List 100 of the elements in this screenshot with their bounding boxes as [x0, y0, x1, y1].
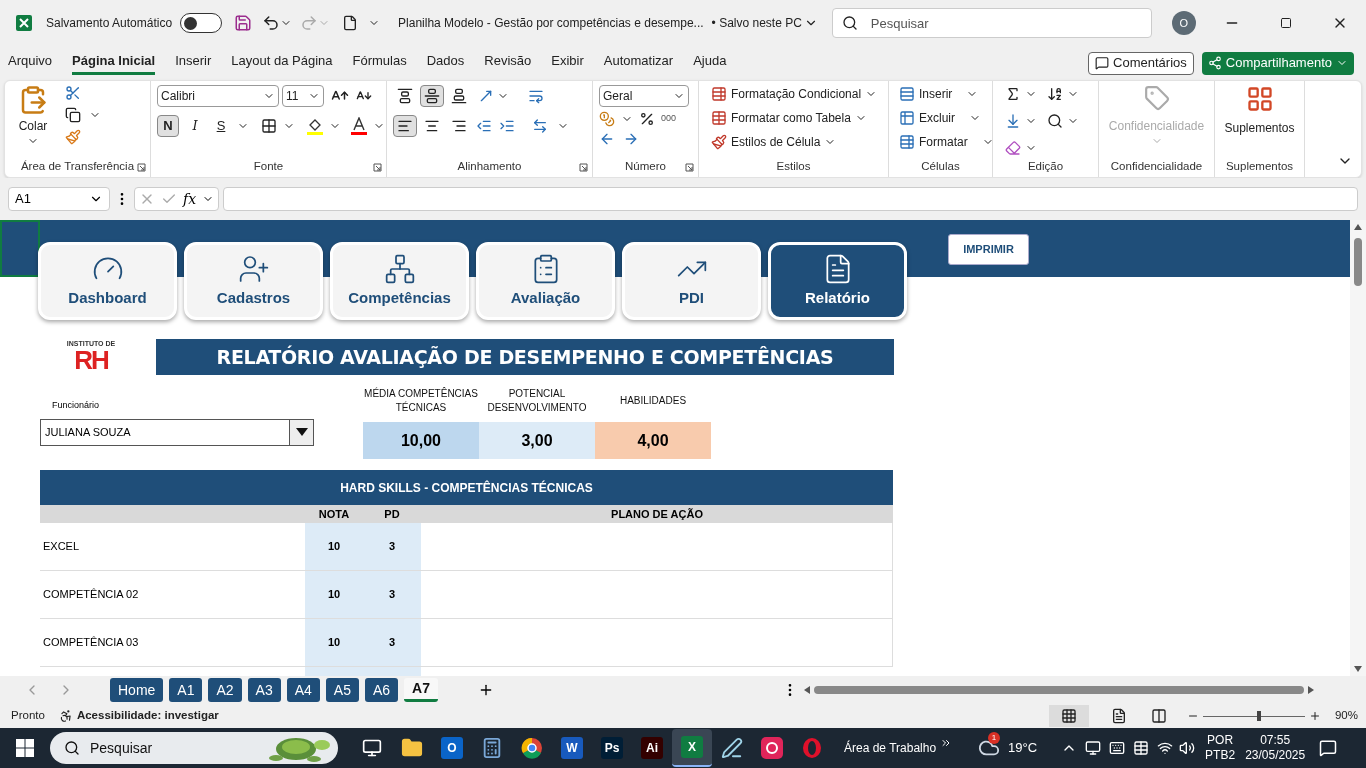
scroll-down-icon[interactable]	[1354, 666, 1362, 672]
ribbon-tab[interactable]: Inserir	[175, 50, 212, 76]
sheet-tab[interactable]: A4	[286, 678, 320, 702]
share-button[interactable]: Compartilhamento	[1201, 51, 1354, 75]
comments-button[interactable]: Comentários	[1088, 51, 1194, 75]
nav-tile[interactable]: Relatório	[768, 242, 907, 320]
decrease-decimal-icon[interactable]	[623, 131, 639, 147]
temperature[interactable]: 19°C	[1008, 738, 1038, 758]
vertical-align-button[interactable]	[420, 85, 444, 107]
borders-icon[interactable]	[261, 118, 277, 134]
keyboard-layout[interactable]: PTB2	[1205, 748, 1236, 763]
nav-tile[interactable]: Cadastros	[184, 242, 323, 320]
clock-date[interactable]: 23/05/2025	[1245, 748, 1306, 763]
ribbon-tab[interactable]: Automatizar	[603, 50, 674, 76]
cells-button[interactable]: Excluir	[899, 109, 994, 127]
sheet-tab[interactable]: A5	[325, 678, 359, 702]
ribbon-tab[interactable]: Revisão	[484, 50, 532, 76]
search-field[interactable]: Pesquisar	[831, 8, 1152, 38]
underline-button[interactable]: S	[211, 116, 231, 136]
zoom-level[interactable]: 90%	[1334, 707, 1358, 725]
ribbon-tab[interactable]: Arquivo	[8, 50, 53, 76]
thousands-button[interactable]: 000	[661, 112, 677, 126]
indent-increase-icon[interactable]	[499, 118, 515, 134]
increase-decimal-icon[interactable]	[599, 131, 615, 147]
ribbon-tab[interactable]: Página Inicial	[72, 50, 156, 76]
fill-icon[interactable]	[1005, 113, 1021, 129]
sheet-tab[interactable]: A1	[169, 678, 203, 702]
clear-icon[interactable]	[1005, 139, 1021, 156]
taskbar-search[interactable]: Pesquisar	[50, 732, 338, 764]
page-layout-icon[interactable]	[1110, 708, 1127, 724]
sort-filter-icon[interactable]	[1047, 86, 1063, 103]
sheet-tab[interactable]: Home	[110, 678, 164, 702]
cut-icon[interactable]	[65, 85, 81, 101]
name-box[interactable]: A1	[8, 187, 110, 211]
normal-view-button[interactable]	[1048, 705, 1089, 727]
start-icon[interactable]	[16, 739, 34, 757]
wifi-icon[interactable]	[1157, 740, 1174, 756]
dialog-launcher-icon[interactable]	[137, 162, 146, 172]
sheet-tab[interactable]: A6	[365, 678, 399, 702]
nav-tile[interactable]: Competências	[330, 242, 469, 320]
ribbon-tab[interactable]: Dados	[426, 50, 465, 76]
ribbon-tab[interactable]: Layout da Página	[231, 50, 333, 76]
page-break-icon[interactable]	[1150, 708, 1167, 724]
copy-icon[interactable]	[65, 107, 81, 123]
add-sheet-icon[interactable]	[478, 682, 494, 698]
merge-center-icon[interactable]	[532, 118, 548, 134]
fill-color-icon[interactable]	[307, 117, 323, 135]
print-button[interactable]: IMPRIMIR	[948, 234, 1029, 265]
new-file-icon[interactable]	[342, 15, 359, 31]
zoom-thumb[interactable]	[1257, 711, 1262, 721]
employee-select[interactable]: JULIANA SOUZA	[40, 418, 314, 446]
number-format-select[interactable]: Geral	[599, 85, 689, 107]
addins-button[interactable]: Suplementos	[1221, 85, 1298, 157]
keyboard-icon[interactable]	[1109, 740, 1126, 756]
sheet-tab[interactable]: A7	[404, 678, 438, 702]
taskbar-app[interactable]: X	[672, 729, 712, 767]
cells-button[interactable]: Formatar	[899, 133, 994, 151]
ribbon-tab[interactable]: Fórmulas	[352, 50, 407, 76]
scroll-left-icon[interactable]	[804, 686, 810, 694]
horizontal-scrollbar[interactable]	[814, 686, 1304, 694]
maximize-icon[interactable]	[1279, 17, 1292, 29]
accessibility-status[interactable]: Acessibilidade: investigar	[76, 707, 219, 725]
ribbon-tab[interactable]: Exibir	[551, 50, 584, 76]
dialog-launcher-icon[interactable]	[579, 162, 588, 172]
styles-button[interactable]: Estilos de Célula	[711, 133, 878, 151]
monitor-icon[interactable]	[1085, 740, 1102, 756]
dialog-launcher-icon[interactable]	[685, 162, 694, 172]
taskbar-app[interactable]: Ps	[592, 729, 632, 767]
insert-function-button[interactable]: fx	[183, 188, 197, 210]
taskbar-app[interactable]: O	[432, 729, 472, 767]
taskbar-app[interactable]: Ai	[632, 729, 672, 767]
italic-button[interactable]: I	[185, 116, 205, 136]
styles-button[interactable]: Formatar como Tabela	[711, 109, 878, 127]
save-icon[interactable]	[234, 14, 253, 32]
nav-tile[interactable]: Dashboard	[38, 242, 177, 320]
font-color-icon[interactable]	[351, 117, 367, 135]
zoom-in-icon[interactable]	[1308, 710, 1321, 722]
formula-field[interactable]	[223, 187, 1358, 211]
nav-tile[interactable]: PDI	[622, 242, 761, 320]
nav-tile[interactable]: Avaliação	[476, 242, 615, 320]
find-icon[interactable]	[1047, 113, 1063, 129]
horizontal-align-button[interactable]	[393, 115, 417, 137]
save-status[interactable]: • Salvo neste PC	[711, 14, 802, 32]
styles-button[interactable]: Formatação Condicional	[711, 85, 878, 103]
bold-button[interactable]: N	[157, 115, 179, 137]
percent-icon[interactable]	[639, 111, 655, 127]
table-icon[interactable]	[1133, 740, 1150, 756]
clock-time[interactable]: 07:55	[1260, 733, 1291, 748]
autosum-icon[interactable]	[1005, 86, 1021, 103]
sheet-tab[interactable]: A3	[247, 678, 281, 702]
format-painter-icon[interactable]	[65, 129, 81, 145]
toolbar-label[interactable]: Área de Trabalho	[844, 739, 937, 757]
dialog-launcher-icon[interactable]	[373, 162, 382, 172]
language-code[interactable]: POR	[1207, 733, 1234, 748]
sheet-tab[interactable]: A2	[208, 678, 242, 702]
font-size-select[interactable]: 11	[282, 85, 324, 107]
volume-icon[interactable]	[1179, 740, 1196, 756]
undo-icon[interactable]	[262, 14, 281, 32]
autosave-toggle[interactable]	[180, 13, 223, 33]
ribbon-tab[interactable]: Ajuda	[693, 50, 727, 76]
